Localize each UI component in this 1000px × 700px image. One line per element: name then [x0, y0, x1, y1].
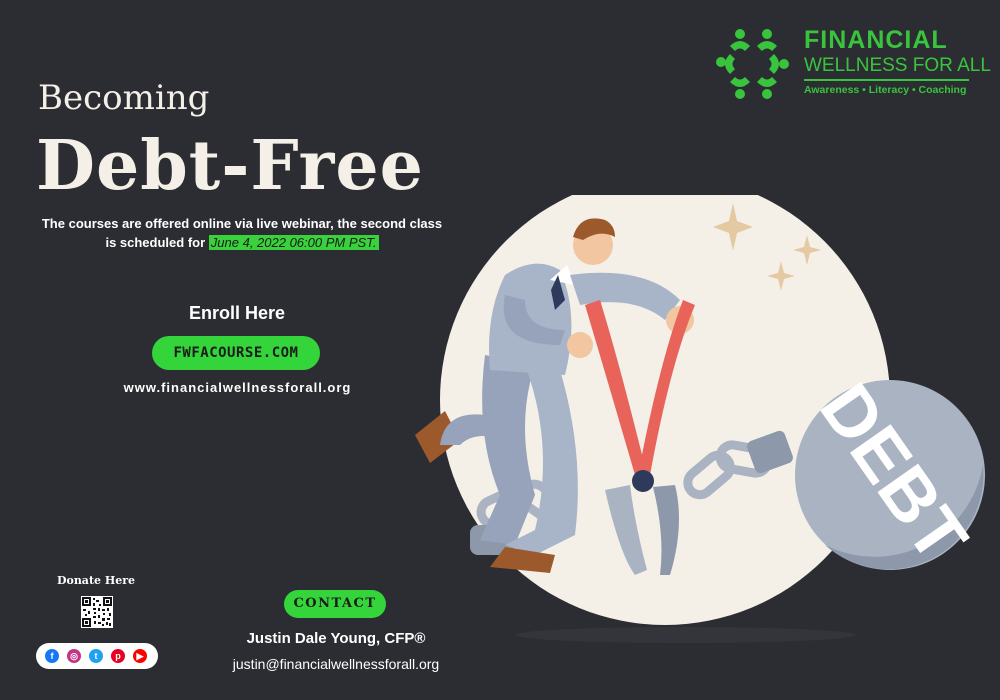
social-media-bar: f ◎ t p ▶ — [36, 643, 158, 669]
brand-logo: FINANCIAL WELLNESS FOR ALL Awareness • L… — [712, 24, 991, 104]
headline-big: Debt-Free — [36, 126, 424, 206]
enroll-button[interactable]: FWFACOURSE.COM — [152, 336, 320, 370]
class-date-highlight: June 4, 2022 06:00 PM PST. — [208, 235, 379, 250]
debt-illustration: DEBT — [415, 195, 985, 643]
contact-button[interactable]: CONTACT — [284, 590, 386, 618]
description-line2: is scheduled for — [105, 235, 206, 250]
logo-title: FINANCIAL — [804, 26, 948, 54]
donate-label: Donate Here — [56, 574, 136, 587]
description-line1: The courses are offered online via live … — [41, 216, 443, 231]
enroll-heading: Enroll Here — [188, 303, 286, 323]
instagram-icon[interactable]: ◎ — [67, 649, 81, 663]
facebook-icon[interactable]: f — [45, 649, 59, 663]
logo-subtitle: WELLNESS FOR ALL — [804, 55, 991, 76]
contact-email[interactable]: justin@financialwellnessforall.org — [210, 656, 462, 672]
logo-people-icon — [716, 29, 789, 99]
logo-tagline: Awareness • Literacy • Coaching — [804, 84, 967, 96]
youtube-icon[interactable]: ▶ — [133, 649, 147, 663]
logo-divider — [804, 79, 969, 81]
pinterest-icon[interactable]: p — [111, 649, 125, 663]
twitter-icon[interactable]: t — [89, 649, 103, 663]
headline-small: Becoming — [38, 78, 210, 118]
donate-qr-code[interactable] — [81, 596, 113, 628]
website-link[interactable]: www.financialwellnessforall.org — [100, 380, 375, 395]
